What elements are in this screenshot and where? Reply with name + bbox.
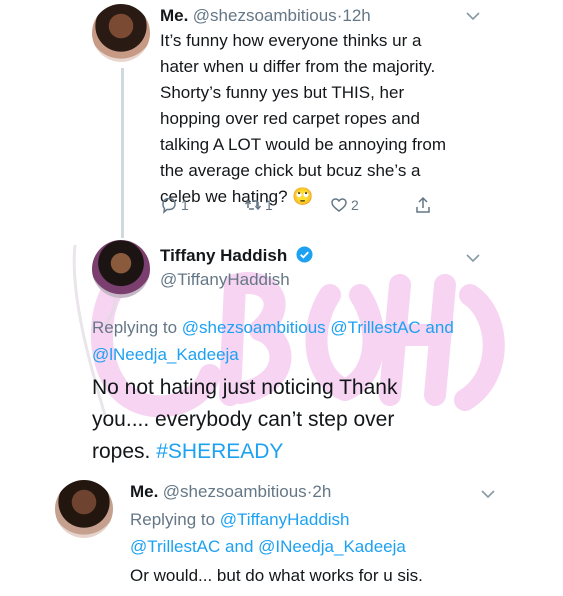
tweet2-line: ropes.: [92, 440, 151, 463]
reply-button[interactable]: 1: [160, 196, 189, 214]
tweet2-display-name[interactable]: Tiffany Haddish: [160, 246, 287, 265]
tweet1-line: talking A LOT would be annoying from: [160, 135, 447, 154]
tweet1-time[interactable]: 12h: [342, 6, 370, 25]
tweet3-text: Or would... but do what works for u sis.: [130, 566, 423, 585]
tweet1-handle[interactable]: @shezsoambitious: [193, 6, 337, 25]
replying-to-handles[interactable]: @shezsoambitious @TrillestAC and: [182, 318, 454, 337]
retweet-count: 1: [265, 197, 273, 213]
tweet3-display-name[interactable]: Me.: [130, 482, 158, 501]
reply-icon: [162, 197, 176, 214]
tweet1-text: It’s funny how everyone thinks ur a hate…: [160, 28, 490, 210]
tweet1-line: hopping over red carpet ropes and: [160, 109, 420, 128]
hashtag-link[interactable]: #SHEREADY: [156, 440, 283, 463]
verified-badge-icon: [296, 246, 313, 263]
tweet3-header: Me. @shezsoambitious·2h: [130, 482, 331, 502]
tweet1-actions: 1 1 2: [160, 196, 440, 218]
tweet1-line: the average chick but bcuz she’s a: [160, 161, 421, 180]
tweet2-text: No not hating just noticing Thank you...…: [92, 372, 532, 468]
avatar-me[interactable]: [92, 4, 150, 62]
retweet-icon: [244, 199, 262, 211]
avatar-me-reply[interactable]: [55, 480, 113, 538]
tweet2-line: you.... everybody can’t step over: [92, 408, 395, 431]
tweet3-chevron-down-icon[interactable]: [481, 489, 495, 499]
tweet1-header: Me. @shezsoambitious·12h: [160, 6, 371, 26]
tweet1-line: It’s funny how everyone thinks ur a: [160, 31, 422, 50]
replying-to-handle[interactable]: @TiffanyHaddish: [220, 510, 350, 529]
tweet1-line: hater when u differ from the majority.: [160, 57, 436, 76]
tweet3-handle[interactable]: @shezsoambitious: [163, 482, 307, 501]
heart-icon: [331, 198, 347, 212]
replying-to-handle[interactable]: @INeedja_Kadeeja: [258, 537, 406, 556]
replying-to-label: Replying to: [130, 510, 216, 529]
replying-to-handle[interactable]: @TrillestAC: [130, 537, 220, 556]
replying-to-handle[interactable]: @lNeedja_Kadeeja: [92, 341, 532, 368]
tweet1-chevron-down-icon[interactable]: [466, 11, 480, 21]
share-icon: [416, 196, 430, 213]
like-button[interactable]: 2: [330, 196, 359, 214]
tweet3-time[interactable]: 2h: [312, 482, 331, 501]
tweet2-replying-to: Replying to @shezsoambitious @TrillestAC…: [92, 314, 532, 368]
thread-connector-line: [121, 68, 124, 238]
tweet1-line: Shorty’s funny yes but THIS, her: [160, 83, 405, 102]
share-button[interactable]: [414, 196, 432, 214]
tweet2-handle[interactable]: @TiffanyHaddish: [160, 270, 290, 290]
retweet-button[interactable]: 1: [244, 196, 273, 214]
tweet2-line: No not hating just noticing Thank: [92, 376, 398, 399]
replying-to-and: and: [225, 537, 254, 556]
tweet2-header: Tiffany Haddish: [160, 246, 313, 266]
replying-to-label: Replying to: [92, 318, 178, 337]
avatar-tiffany-haddish[interactable]: [92, 240, 150, 298]
reply-count: 1: [181, 197, 189, 213]
tweet2-chevron-down-icon[interactable]: [466, 253, 480, 263]
tweet3-replying-to: Replying to @TiffanyHaddish @TrillestAC …: [130, 506, 550, 560]
tweet1-display-name[interactable]: Me.: [160, 6, 188, 25]
like-count: 2: [351, 197, 359, 213]
